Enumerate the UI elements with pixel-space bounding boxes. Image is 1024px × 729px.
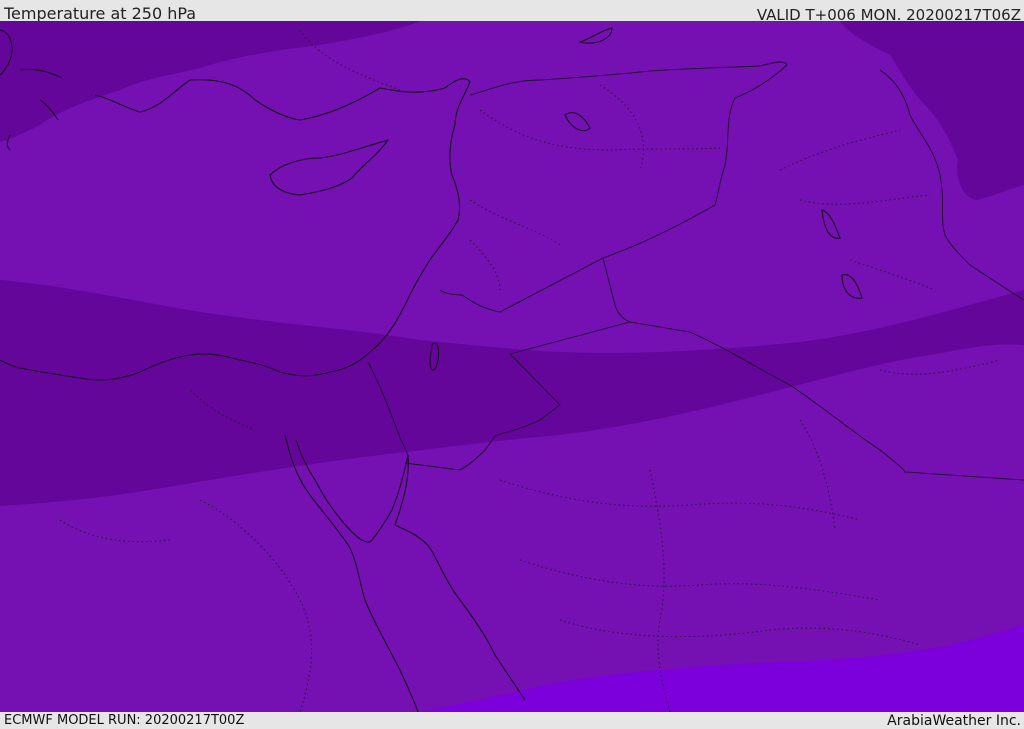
footer-bar: ECMWF MODEL RUN: 20200217T00Z ArabiaWeat… [0, 712, 1024, 729]
header-bar: Temperature at 250 hPa VALID T+006 MON. … [0, 0, 1024, 24]
temperature-map[interactable] [0, 21, 1024, 712]
model-run-label: ECMWF MODEL RUN: 20200217T00Z [4, 713, 245, 728]
credit-label: ArabiaWeather Inc. [887, 713, 1021, 729]
